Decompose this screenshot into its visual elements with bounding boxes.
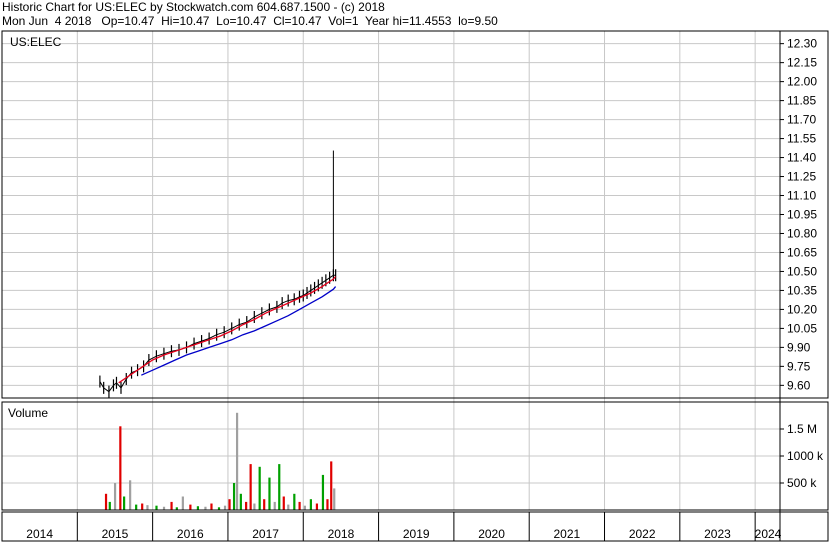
volume-bar: [113, 483, 117, 510]
price-tick-label: 11.40: [787, 151, 816, 165]
volume-bar: [263, 499, 266, 510]
volume-bar: [210, 503, 213, 510]
year-label: 2019: [403, 527, 430, 541]
volume-bar: [141, 503, 144, 510]
volume-bar: [333, 488, 336, 510]
volume-bar: [155, 505, 158, 510]
volume-bar: [223, 505, 227, 510]
volume-bar: [330, 461, 333, 510]
volume-bar: [228, 499, 231, 510]
volume-bar: [146, 505, 149, 510]
volume-bar: [287, 504, 290, 510]
price-tick-label: 9.90: [787, 340, 811, 354]
volume-bar: [232, 483, 236, 510]
volume-bar: [293, 493, 296, 510]
price-tick-label: 11.10: [787, 189, 816, 203]
year-label: 2023: [704, 527, 731, 541]
price-tick-label: 10.50: [787, 264, 817, 278]
volume-bar: [170, 501, 173, 510]
volume-bar: [315, 503, 319, 510]
volume-bar: [298, 501, 301, 510]
volume-bar: [273, 501, 276, 510]
grid-lines: [2, 31, 780, 510]
price-tick-label: 12.00: [787, 75, 817, 89]
volume-panel: [104, 412, 336, 510]
price-tick-label: 10.65: [787, 245, 817, 259]
volume-bar: [189, 504, 192, 510]
volume-bar: [249, 464, 252, 510]
axes: US:ELEC Volume 12.30 12.15 12.00 11.85 11.70 11…: [1, 30, 829, 542]
year-label: 2021: [554, 527, 581, 541]
volume-bar: [196, 506, 200, 510]
volume-bar: [258, 466, 261, 510]
volume-panel-title: Volume: [8, 406, 48, 420]
volume-bar: [108, 501, 111, 510]
price-tick-label: 11.70: [787, 113, 816, 127]
volume-bar: [245, 501, 248, 510]
volume-bar: [135, 504, 138, 510]
price-tick-label: 12.15: [787, 56, 817, 70]
volume-bar: [123, 496, 126, 510]
year-label: 2015: [102, 527, 129, 541]
volume-bar: [104, 493, 108, 510]
price-tick-label: 11.25: [787, 170, 816, 184]
price-tick-label: 10.80: [787, 226, 817, 240]
volume-bar: [235, 412, 239, 510]
volume-bar: [309, 499, 312, 510]
volume-bar: [282, 496, 285, 510]
volume-bar: [326, 499, 329, 510]
volume-tick-label: 1000 k: [787, 449, 824, 463]
year-label: 2018: [328, 527, 355, 541]
year-label: 2022: [629, 527, 656, 541]
chart-area: US:ELEC Volume 12.30 12.15 12.00 11.85 11.70 11…: [1, 30, 829, 542]
volume-bar: [321, 474, 325, 510]
series-price-close: [99, 274, 336, 393]
price-tick-label: 9.75: [787, 359, 811, 373]
volume-bar: [268, 477, 271, 510]
series-moving-average-long: [141, 286, 337, 376]
volume-bar: [253, 503, 256, 510]
year-label: 2014: [26, 527, 53, 541]
volume-bar: [119, 426, 122, 510]
price-tick-label: 11.85: [787, 94, 816, 108]
volume-bar: [129, 480, 132, 510]
volume-bar: [181, 496, 184, 510]
volume-bar: [278, 464, 281, 510]
year-label: 2017: [252, 527, 279, 541]
price-tick-label: 9.60: [787, 378, 811, 392]
price-panel: [99, 150, 337, 398]
volume-bar: [239, 493, 242, 510]
price-tick-label: 12.30: [787, 37, 817, 51]
volume-tick-label: 500 k: [787, 476, 817, 490]
price-tick-label: 11.55: [787, 132, 816, 146]
price-tick-label: 10.05: [787, 321, 817, 335]
price-tick-label: 10.35: [787, 283, 817, 297]
price-tick-label: 10.95: [787, 208, 817, 222]
volume-tick-label: 1.5 M: [787, 422, 817, 436]
year-label: 2016: [177, 527, 204, 541]
price-tick-label: 10.20: [787, 302, 817, 316]
volume-bar: [303, 505, 306, 510]
price-panel-title: US:ELEC: [10, 35, 62, 49]
year-label: 2024: [755, 527, 782, 541]
year-label: 2020: [478, 527, 505, 541]
